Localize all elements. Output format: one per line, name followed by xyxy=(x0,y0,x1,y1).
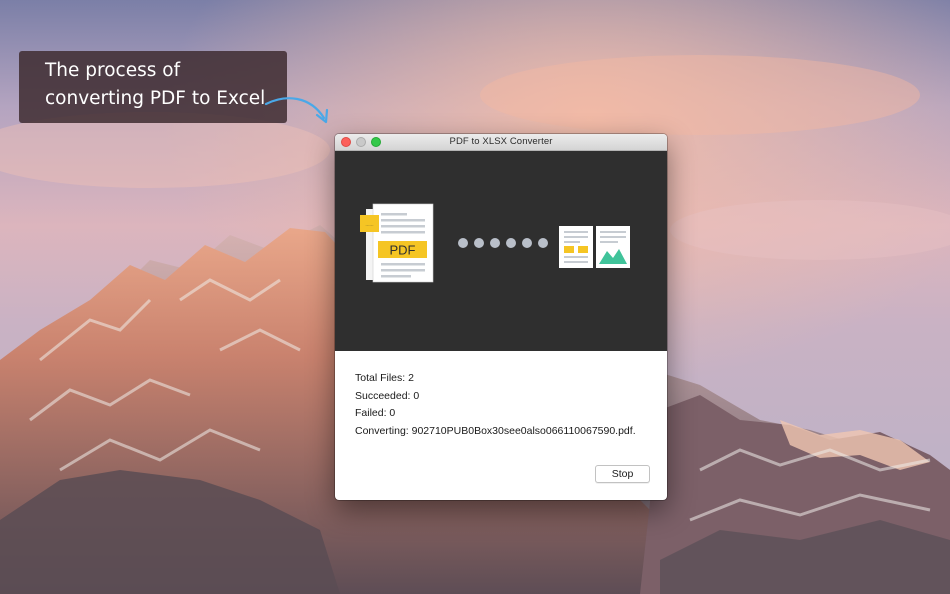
progress-dot xyxy=(474,238,484,248)
curved-arrow-icon xyxy=(264,97,329,124)
conversion-stats: Total Files: 2 Succeeded: 0 Failed: 0 Co… xyxy=(355,370,655,440)
stop-button[interactable]: Stop xyxy=(595,465,650,483)
tutorial-callout: The process of converting PDF to Excel xyxy=(19,51,287,123)
output-block-right xyxy=(578,246,588,253)
succeeded-label: Succeeded: 0 xyxy=(355,389,420,402)
progress-dot xyxy=(506,238,516,248)
total-files-label: Total Files: 2 xyxy=(355,372,414,384)
pdf-badge-label: PDF xyxy=(390,243,416,258)
pdf-document-icon: ------ PDF xyxy=(360,203,434,283)
progress-dots xyxy=(458,238,548,248)
progress-dot xyxy=(522,238,532,248)
converting-file-label: Converting: 902710PUB0Box30see0also06611… xyxy=(355,424,636,437)
failed-label: Failed: 0 xyxy=(355,407,396,419)
output-block-left xyxy=(564,246,574,253)
window-title: PDF to XLSX Converter xyxy=(449,136,553,147)
conversion-illustration: ------ PDF xyxy=(335,151,667,351)
window-titlebar[interactable]: PDF to XLSX Converter xyxy=(335,134,667,151)
pdf-tag-text: ------ xyxy=(366,222,375,227)
callout-line-1: The process of xyxy=(45,60,181,81)
converter-window: PDF to XLSX Converter ------ PDF Total F… xyxy=(335,134,667,500)
callout-line-2: converting PDF to Excel xyxy=(45,88,266,109)
progress-dot xyxy=(458,238,468,248)
progress-dot xyxy=(490,238,500,248)
progress-dot xyxy=(538,238,548,248)
output-documents-icon xyxy=(559,226,630,268)
